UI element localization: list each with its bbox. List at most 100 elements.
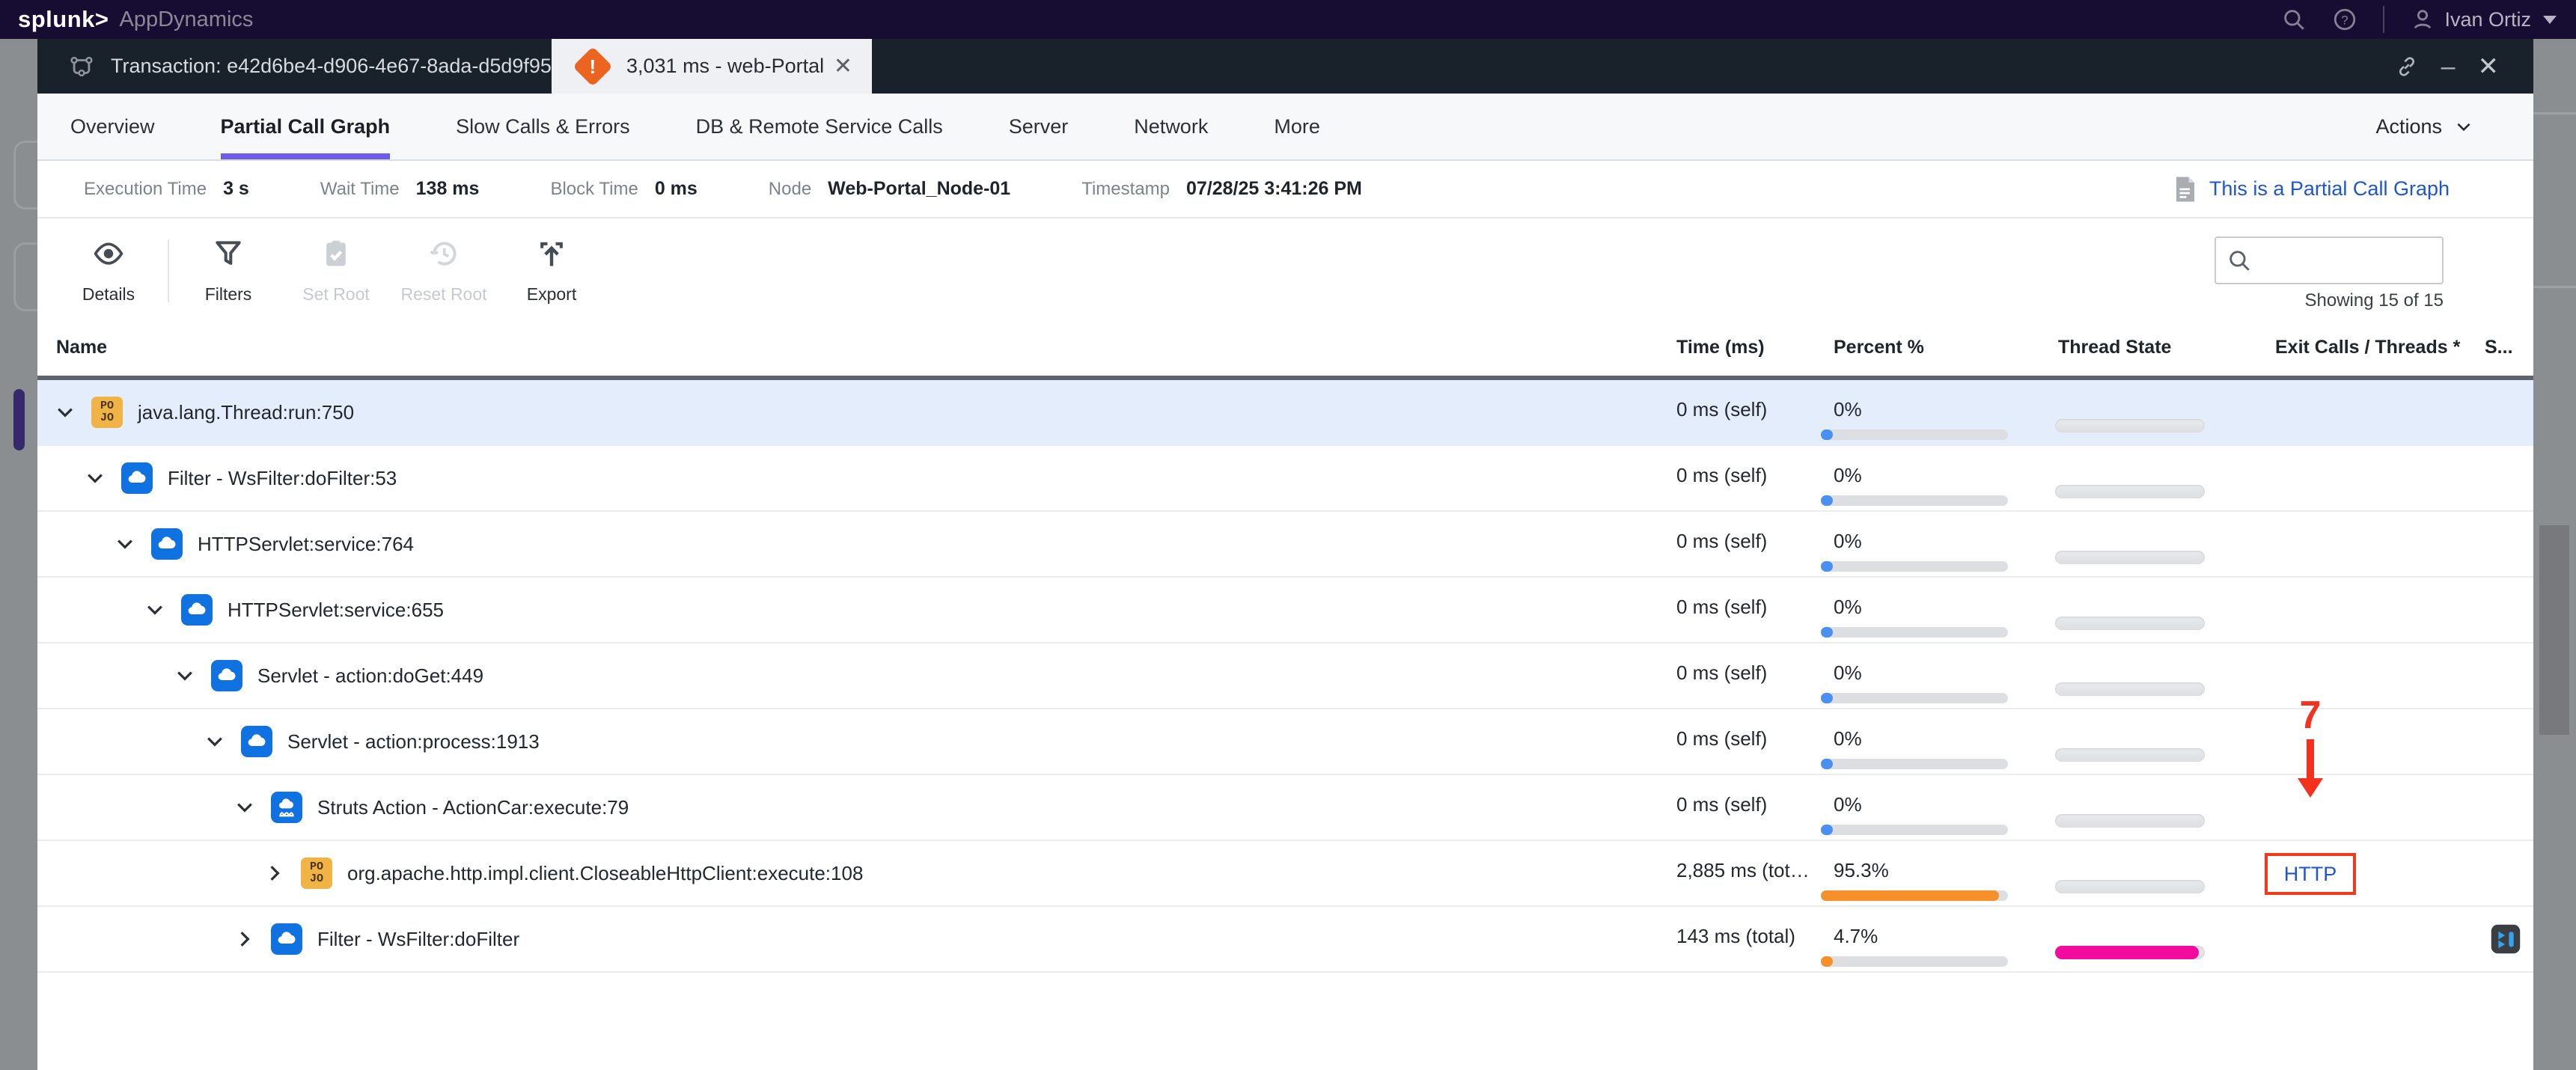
thread-state-bar [2055,617,2205,630]
chevron-down-icon[interactable] [54,401,76,424]
exit-call-link[interactable]: HTTP [2265,853,2356,895]
chevron-down-icon [2457,123,2470,132]
copy-link-icon[interactable] [2395,55,2419,79]
tab-db-remote-service-calls[interactable]: DB & Remote Service Calls [696,94,943,159]
navbar-divider [2383,6,2385,33]
snapshot-tab-close-icon[interactable]: ✕ [834,53,852,79]
column-exit-calls[interactable]: Exit Calls / Threads * [2275,337,2460,358]
stat-value: 138 ms [415,178,480,199]
column-time[interactable]: Time (ms) [1676,337,1765,358]
tool-label: Reset Root [400,284,487,304]
tool-label: Details [82,284,135,304]
threads-icon[interactable] [2490,923,2521,955]
stat-node: Node Web-Portal_Node-01 [769,178,1010,200]
snapshot-tab[interactable]: ! 3,031 ms - web-Portal ✕ [552,39,872,94]
node-name: Filter - WsFilter:doFilter [317,927,520,950]
percent-bar [1821,561,2008,572]
servlet-icon [181,594,213,626]
column-thread[interactable]: Thread State [2058,337,2171,358]
help-icon[interactable]: ? [2332,7,2357,32]
time-value: 0 ms (self) [1676,530,1768,552]
time-value: 0 ms (self) [1676,398,1768,421]
thread-state-bar [2055,946,2205,959]
stat-label: Node [768,179,812,199]
tab-more[interactable]: More [1274,94,1320,159]
user-menu[interactable]: Ivan Ortiz [2410,7,2557,32]
chevron-down-icon[interactable] [174,664,196,687]
percent-value: 0% [1834,596,1862,618]
stat-label: Wait Time [320,179,400,199]
chevron-down-icon[interactable] [234,796,256,819]
tab-overview[interactable]: Overview [70,94,155,159]
set-root-icon [320,237,352,274]
call-graph-row[interactable]: Struts Action - ActionCar:execute:79 0 ms… [37,775,2533,841]
transaction-title: Transaction: e42d6be4-d906-4e67-8ada-d5d… [111,55,607,77]
stat-block-time: Block Time 0 ms [550,178,697,200]
servlet-icon [241,726,272,757]
stat-timestamp: Timestamp 07/28/25 3:41:26 PM [1081,178,1362,200]
node-name: java.lang.Thread:run:750 [138,400,355,424]
warning-diamond-icon: ! [573,46,613,87]
stat-label: Timestamp [1081,179,1170,199]
percent-bar [1821,890,2008,901]
call-graph-row[interactable]: HTTPServlet:service:655 0 ms (self) 0% [37,578,2533,643]
call-graph-row[interactable]: Servlet - action:doGet:449 0 ms (self) 0% [37,643,2533,709]
call-graph-row[interactable]: HTTPServlet:service:764 0 ms (self) 0% [37,512,2533,578]
table-search[interactable] [2215,236,2444,284]
tab-network[interactable]: Network [1134,94,1208,159]
call-graph-row[interactable]: PO JO java.lang.Thread:run:750 0 ms (self) 0… [37,380,2533,446]
percent-value: 0% [1834,398,1862,421]
column-percent[interactable]: Percent % [1834,337,1924,358]
time-value: 0 ms (self) [1676,661,1768,684]
chevron-right-icon[interactable] [234,928,256,950]
column-s[interactable]: S... [2485,337,2513,358]
tab-server[interactable]: Server [1009,94,1069,159]
percent-bar [1821,627,2008,638]
search-icon[interactable] [2281,7,2307,32]
partial-call-graph-link[interactable]: This is a Partial Call Graph [2173,176,2450,203]
tab-partial-call-graph[interactable]: Partial Call Graph [220,94,390,159]
percent-value: 0% [1834,530,1862,552]
stat-value: Web-Portal_Node-01 [828,178,1011,199]
search-input[interactable] [2252,238,2442,283]
minimize-icon[interactable]: – [2441,54,2456,79]
chevron-down-icon [2543,15,2557,24]
tab-slow-calls-errors[interactable]: Slow Calls & Errors [456,94,630,159]
call-graph-row[interactable]: Servlet - action:process:1913 0 ms (self)… [37,709,2533,775]
percent-value: 0% [1834,793,1862,816]
chevron-down-icon[interactable] [114,533,136,555]
details-button[interactable]: Details [60,230,157,312]
actions-menu[interactable]: Actions [2375,115,2473,138]
node-name: org.apache.http.impl.client.CloseableHtt… [347,861,864,884]
time-value: 2,885 ms (tot… [1676,859,1810,881]
percent-value: 95.3% [1834,859,1889,881]
export-button[interactable]: Export [503,230,600,312]
call-graph-row[interactable]: Filter - WsFilter:doFilter 143 ms (total)… [37,907,2533,973]
close-window-icon[interactable]: ✕ [2478,52,2500,82]
column-name[interactable]: Name [56,337,107,358]
filters-button[interactable]: Filters [180,230,277,312]
servlet-icon [151,528,183,560]
call-graph-row[interactable]: Filter - WsFilter:doFilter:53 0 ms (self)… [37,446,2533,512]
set-root-button: Set Root [287,230,385,312]
stat-label: Block Time [550,179,638,199]
search-icon [2229,251,2250,271]
chevron-down-icon[interactable] [144,599,166,621]
thread-state-bar [2055,880,2205,893]
chevron-down-icon[interactable] [204,730,226,753]
document-icon [2176,177,2194,201]
snapshot-stats: Execution Time 3 s Wait Time 138 ms Block Ti… [37,161,2533,218]
thread-state-bar [2055,485,2205,498]
splunk-logo: splunk> [18,6,109,32]
percent-bar [1821,693,2008,703]
chevron-right-icon[interactable] [263,862,286,884]
percent-value: 0% [1834,464,1862,486]
call-graph-row[interactable]: PO JO org.apache.http.impl.client.Closeabl… [37,841,2533,907]
thread-state-bar [2055,748,2205,762]
chevron-down-icon[interactable] [84,467,106,489]
user-name: Ivan Ortiz [2444,7,2531,31]
product-name: AppDynamics [119,7,254,31]
percent-bar [1821,495,2008,506]
pojo-icon: PO JO [301,857,332,889]
thread-state-bar [2055,551,2205,564]
